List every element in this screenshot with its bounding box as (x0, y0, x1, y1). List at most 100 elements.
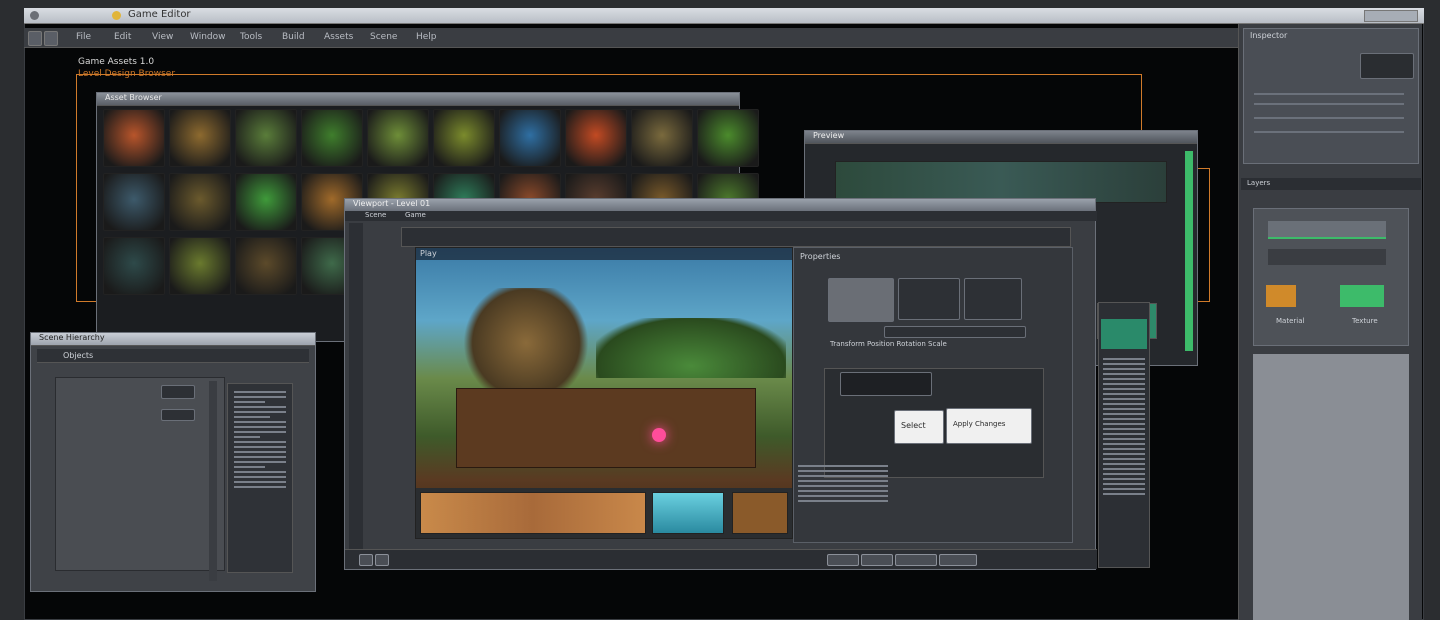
hierarchy-list[interactable] (227, 383, 293, 573)
menu-tools[interactable]: Tools (240, 32, 262, 42)
inspector-thumbnail[interactable] (1360, 53, 1414, 79)
asset-thumbnail[interactable] (499, 109, 561, 167)
inspector-empty-area (1253, 354, 1409, 620)
layer-slider[interactable] (1268, 221, 1386, 239)
settings-icon[interactable] (939, 554, 977, 566)
window-title: Game Editor (128, 9, 191, 20)
layers-header: Layers (1247, 179, 1271, 187)
layout-icon[interactable] (827, 554, 859, 566)
hierarchy-toolbar: Objects (37, 349, 309, 363)
texture-label: Texture (1352, 317, 1378, 325)
viewport-title: Viewport - Level 01 (353, 199, 431, 208)
hierarchy-button-b[interactable] (161, 409, 195, 421)
viewport-window: Viewport - Level 01 Scene Game Play Prop… (344, 198, 1097, 570)
scene-overlay-bar: Play (416, 248, 792, 260)
asset-thumbnail[interactable] (235, 109, 297, 167)
asset-thumbnail[interactable] (301, 109, 363, 167)
material-label: Material (1276, 317, 1305, 325)
asset-thumbnail[interactable] (433, 109, 495, 167)
scene-structure (456, 288, 596, 398)
scene-platform (456, 388, 756, 468)
save-icon[interactable] (44, 31, 58, 46)
scene-hierarchy-title: Scene Hierarchy (39, 333, 105, 342)
asset-thumbnail[interactable] (103, 109, 165, 167)
hierarchy-canvas[interactable] (55, 377, 225, 571)
app-version-label: Game Assets 1.0 (78, 57, 155, 67)
properties-text-list (798, 462, 888, 505)
hierarchy-header: Objects (63, 351, 94, 360)
asset-preview-1[interactable] (828, 278, 894, 322)
water-texture[interactable] (652, 492, 724, 534)
asset-preview-2[interactable] (898, 278, 960, 320)
left-tool-strip[interactable] (349, 223, 363, 553)
asset-thumbnail[interactable] (103, 237, 165, 295)
asset-thumbnail[interactable] (103, 173, 165, 231)
play-icon[interactable] (359, 554, 373, 566)
viewport-statusbar (345, 549, 1097, 569)
rock-texture[interactable] (732, 492, 788, 534)
window-titlebar: Game Editor (24, 8, 1424, 24)
menu-edit[interactable]: Edit (114, 32, 131, 42)
maximize-icon[interactable] (1364, 10, 1418, 22)
menu-build[interactable]: Build (282, 32, 305, 42)
minimize-icon[interactable] (112, 11, 121, 20)
home-icon[interactable] (28, 31, 42, 46)
asset-thumbnail[interactable] (169, 237, 231, 295)
layer-strip[interactable] (1098, 302, 1150, 568)
material-swatch[interactable] (1266, 285, 1296, 307)
asset-thumbnail[interactable] (235, 173, 297, 231)
viewport-header (401, 227, 1071, 247)
green-scrollbar[interactable] (1185, 151, 1193, 351)
camera-icon[interactable] (895, 554, 937, 566)
menu-help[interactable]: Help (416, 32, 437, 42)
preview-titlebar: Preview (805, 131, 1197, 144)
pause-icon[interactable] (375, 554, 389, 566)
hierarchy-button-a[interactable] (161, 385, 195, 399)
inspector-line: Transform Position Rotation Scale (830, 340, 947, 348)
menu-window[interactable]: Window (190, 32, 226, 42)
preview-image (835, 161, 1167, 203)
inspector-title: Inspector (1250, 31, 1288, 40)
asset-thumbnail[interactable] (565, 109, 627, 167)
grid-icon[interactable] (861, 554, 893, 566)
scene-hierarchy-window: Scene Hierarchy Objects (30, 332, 316, 592)
asset-thumbnail[interactable] (631, 109, 693, 167)
asset-thumbnail[interactable] (235, 237, 297, 295)
menu-assets[interactable]: Assets (324, 32, 353, 42)
glowing-orb (652, 428, 666, 442)
apply-changes-button[interactable]: Apply Changes (946, 408, 1032, 444)
right-toolbar: Layers (1241, 178, 1421, 190)
asset-thumbnail[interactable] (169, 173, 231, 231)
select-button[interactable]: Select (894, 410, 944, 444)
play-label: Play (420, 249, 437, 258)
layer-field[interactable] (1268, 249, 1386, 265)
layers-section: Material Texture (1253, 208, 1409, 346)
toggle-control[interactable] (840, 372, 932, 396)
asset-preview-3[interactable] (964, 278, 1022, 320)
inspector-panel: Inspector Layers Material Texture (1238, 24, 1422, 620)
asset-thumbnail[interactable] (697, 109, 759, 167)
properties-panel: Properties Transform Position Rotation S… (793, 247, 1073, 543)
hierarchy-scrollbar[interactable] (209, 381, 217, 581)
menu-view[interactable]: View (152, 32, 173, 42)
scene-hierarchy-titlebar: Scene Hierarchy (31, 333, 315, 346)
layer-list (1103, 355, 1145, 498)
properties-header: Properties (800, 252, 841, 261)
menu-file[interactable]: File (76, 32, 91, 42)
scene-forest (596, 318, 786, 378)
layer-preview (1101, 319, 1147, 349)
preview-title: Preview (813, 131, 845, 140)
game-scene-view[interactable]: Play (415, 247, 793, 539)
asset-thumbnail[interactable] (169, 109, 231, 167)
tab-scene[interactable]: Scene (365, 211, 386, 219)
tab-game[interactable]: Game (405, 211, 426, 219)
texture-swatch[interactable] (1340, 285, 1384, 307)
asset-browser-title: Asset Browser (105, 93, 162, 102)
terrain-texture[interactable] (420, 492, 646, 534)
inspector-section: Inspector (1243, 28, 1419, 164)
menu-scene[interactable]: Scene (370, 32, 397, 42)
properties-field[interactable] (884, 326, 1026, 338)
asset-thumbnail[interactable] (367, 109, 429, 167)
main-toolbar: File Edit View Window Tools Build Assets… (24, 28, 1238, 48)
close-icon[interactable] (30, 11, 39, 20)
